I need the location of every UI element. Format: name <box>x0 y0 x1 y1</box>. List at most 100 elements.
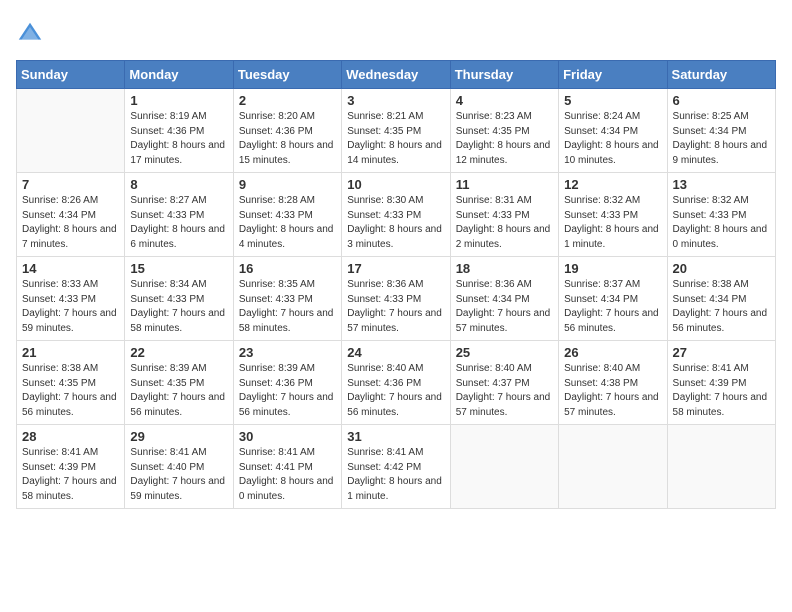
calendar-week-row: 14 Sunrise: 8:33 AMSunset: 4:33 PMDayligh… <box>17 257 776 341</box>
logo-icon <box>16 20 44 48</box>
day-number: 7 <box>22 177 119 192</box>
calendar-day-cell: 10 Sunrise: 8:30 AMSunset: 4:33 PMDayligh… <box>342 173 450 257</box>
day-detail: Sunrise: 8:25 AMSunset: 4:34 PMDaylight:… <box>673 110 770 168</box>
day-number: 23 <box>239 345 336 360</box>
calendar-day-cell: 2 Sunrise: 8:20 AMSunset: 4:36 PMDaylight… <box>233 89 341 173</box>
day-detail: Sunrise: 8:26 AMSunset: 4:34 PMDaylight:… <box>22 194 119 252</box>
calendar-day-header: Tuesday <box>233 61 341 89</box>
calendar-day-cell: 24 Sunrise: 8:40 AMSunset: 4:36 PMDayligh… <box>342 341 450 425</box>
day-number: 15 <box>130 261 227 276</box>
day-detail: Sunrise: 8:40 AMSunset: 4:37 PMDaylight:… <box>456 362 553 420</box>
day-number: 29 <box>130 429 227 444</box>
day-number: 9 <box>239 177 336 192</box>
day-detail: Sunrise: 8:32 AMSunset: 4:33 PMDaylight:… <box>673 194 770 252</box>
calendar-week-row: 1 Sunrise: 8:19 AMSunset: 4:36 PMDaylight… <box>17 89 776 173</box>
day-number: 12 <box>564 177 661 192</box>
calendar-day-cell <box>559 425 667 509</box>
day-number: 31 <box>347 429 444 444</box>
calendar-header-row: SundayMondayTuesdayWednesdayThursdayFrid… <box>17 61 776 89</box>
day-detail: Sunrise: 8:34 AMSunset: 4:33 PMDaylight:… <box>130 278 227 336</box>
calendar-week-row: 28Sunrise: 8:41 AMSunset: 4:39 PMDayligh… <box>17 425 776 509</box>
calendar-day-header: Friday <box>559 61 667 89</box>
calendar-day-cell: 30 Sunrise: 8:41 AMSunset: 4:41 PMDayligh… <box>233 425 341 509</box>
calendar-week-row: 21 Sunrise: 8:38 AMSunset: 4:35 PMDayligh… <box>17 341 776 425</box>
calendar-day-header: Monday <box>125 61 233 89</box>
calendar-day-cell: 23 Sunrise: 8:39 AMSunset: 4:36 PMDayligh… <box>233 341 341 425</box>
day-number: 24 <box>347 345 444 360</box>
day-number: 13 <box>673 177 770 192</box>
day-detail: Sunrise: 8:30 AMSunset: 4:33 PMDaylight:… <box>347 194 444 252</box>
day-number: 6 <box>673 93 770 108</box>
day-number: 21 <box>22 345 119 360</box>
day-number: 20 <box>673 261 770 276</box>
day-detail: Sunrise: 8:31 AMSunset: 4:33 PMDaylight:… <box>456 194 553 252</box>
day-detail: Sunrise: 8:24 AMSunset: 4:34 PMDaylight:… <box>564 110 661 168</box>
calendar-day-cell: 29 Sunrise: 8:41 AMSunset: 4:40 PMDayligh… <box>125 425 233 509</box>
calendar-day-cell: 7 Sunrise: 8:26 AMSunset: 4:34 PMDaylight… <box>17 173 125 257</box>
calendar-day-cell: 31Sunrise: 8:41 AMSunset: 4:42 PMDayligh… <box>342 425 450 509</box>
day-detail: Sunrise: 8:33 AMSunset: 4:33 PMDaylight:… <box>22 278 119 336</box>
day-number: 25 <box>456 345 553 360</box>
day-number: 30 <box>239 429 336 444</box>
day-detail: Sunrise: 8:40 AMSunset: 4:36 PMDaylight:… <box>347 362 444 420</box>
calendar-day-cell: 5 Sunrise: 8:24 AMSunset: 4:34 PMDaylight… <box>559 89 667 173</box>
day-number: 10 <box>347 177 444 192</box>
day-detail: Sunrise: 8:37 AMSunset: 4:34 PMDaylight:… <box>564 278 661 336</box>
calendar-day-cell: 17 Sunrise: 8:36 AMSunset: 4:33 PMDayligh… <box>342 257 450 341</box>
day-number: 18 <box>456 261 553 276</box>
day-detail: Sunrise: 8:39 AMSunset: 4:36 PMDaylight:… <box>239 362 336 420</box>
day-detail: Sunrise: 8:32 AMSunset: 4:33 PMDaylight:… <box>564 194 661 252</box>
day-detail: Sunrise: 8:36 AMSunset: 4:33 PMDaylight:… <box>347 278 444 336</box>
day-number: 5 <box>564 93 661 108</box>
day-number: 26 <box>564 345 661 360</box>
calendar-day-header: Wednesday <box>342 61 450 89</box>
calendar-day-cell: 25 Sunrise: 8:40 AMSunset: 4:37 PMDayligh… <box>450 341 558 425</box>
calendar-day-header: Saturday <box>667 61 775 89</box>
calendar-day-cell: 28Sunrise: 8:41 AMSunset: 4:39 PMDayligh… <box>17 425 125 509</box>
calendar-day-cell <box>17 89 125 173</box>
day-detail: Sunrise: 8:27 AMSunset: 4:33 PMDaylight:… <box>130 194 227 252</box>
calendar-day-cell: 20Sunrise: 8:38 AMSunset: 4:34 PMDayligh… <box>667 257 775 341</box>
day-detail: Sunrise: 8:20 AMSunset: 4:36 PMDaylight:… <box>239 110 336 168</box>
page-header <box>16 16 776 48</box>
calendar-day-cell: 1 Sunrise: 8:19 AMSunset: 4:36 PMDaylight… <box>125 89 233 173</box>
day-detail: Sunrise: 8:38 AMSunset: 4:35 PMDaylight:… <box>22 362 119 420</box>
day-detail: Sunrise: 8:41 AMSunset: 4:40 PMDaylight:… <box>130 446 227 504</box>
calendar-day-cell: 27Sunrise: 8:41 AMSunset: 4:39 PMDayligh… <box>667 341 775 425</box>
day-number: 8 <box>130 177 227 192</box>
calendar-day-cell: 26 Sunrise: 8:40 AMSunset: 4:38 PMDayligh… <box>559 341 667 425</box>
calendar-day-cell: 6 Sunrise: 8:25 AMSunset: 4:34 PMDaylight… <box>667 89 775 173</box>
day-number: 11 <box>456 177 553 192</box>
day-detail: Sunrise: 8:39 AMSunset: 4:35 PMDaylight:… <box>130 362 227 420</box>
day-number: 16 <box>239 261 336 276</box>
day-detail: Sunrise: 8:35 AMSunset: 4:33 PMDaylight:… <box>239 278 336 336</box>
calendar-day-cell <box>450 425 558 509</box>
calendar-day-header: Thursday <box>450 61 558 89</box>
calendar-day-cell: 16 Sunrise: 8:35 AMSunset: 4:33 PMDayligh… <box>233 257 341 341</box>
day-number: 1 <box>130 93 227 108</box>
calendar-day-cell: 12 Sunrise: 8:32 AMSunset: 4:33 PMDayligh… <box>559 173 667 257</box>
calendar-day-cell: 21 Sunrise: 8:38 AMSunset: 4:35 PMDayligh… <box>17 341 125 425</box>
day-number: 17 <box>347 261 444 276</box>
calendar-day-cell: 22 Sunrise: 8:39 AMSunset: 4:35 PMDayligh… <box>125 341 233 425</box>
calendar-day-cell: 11 Sunrise: 8:31 AMSunset: 4:33 PMDayligh… <box>450 173 558 257</box>
calendar-day-cell <box>667 425 775 509</box>
calendar-day-cell: 3Sunrise: 8:21 AMSunset: 4:35 PMDaylight… <box>342 89 450 173</box>
calendar-table: SundayMondayTuesdayWednesdayThursdayFrid… <box>16 60 776 509</box>
calendar-day-cell: 14 Sunrise: 8:33 AMSunset: 4:33 PMDayligh… <box>17 257 125 341</box>
day-detail: Sunrise: 8:19 AMSunset: 4:36 PMDaylight:… <box>130 110 227 168</box>
calendar-day-cell: 8 Sunrise: 8:27 AMSunset: 4:33 PMDaylight… <box>125 173 233 257</box>
day-number: 22 <box>130 345 227 360</box>
day-detail: Sunrise: 8:36 AMSunset: 4:34 PMDaylight:… <box>456 278 553 336</box>
day-detail: Sunrise: 8:21 AMSunset: 4:35 PMDaylight:… <box>347 110 444 168</box>
day-detail: Sunrise: 8:40 AMSunset: 4:38 PMDaylight:… <box>564 362 661 420</box>
day-number: 2 <box>239 93 336 108</box>
calendar-day-cell: 15 Sunrise: 8:34 AMSunset: 4:33 PMDayligh… <box>125 257 233 341</box>
calendar-day-cell: 13 Sunrise: 8:32 AMSunset: 4:33 PMDayligh… <box>667 173 775 257</box>
calendar-week-row: 7 Sunrise: 8:26 AMSunset: 4:34 PMDaylight… <box>17 173 776 257</box>
day-detail: Sunrise: 8:41 AMSunset: 4:39 PMDaylight:… <box>673 362 770 420</box>
day-detail: Sunrise: 8:41 AMSunset: 4:41 PMDaylight:… <box>239 446 336 504</box>
day-detail: Sunrise: 8:28 AMSunset: 4:33 PMDaylight:… <box>239 194 336 252</box>
day-number: 14 <box>22 261 119 276</box>
calendar-day-cell: 4Sunrise: 8:23 AMSunset: 4:35 PMDaylight… <box>450 89 558 173</box>
